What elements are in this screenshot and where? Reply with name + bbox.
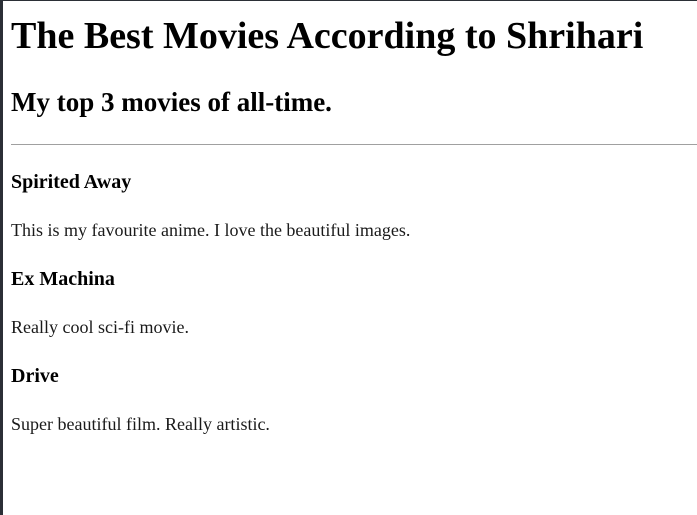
movie-title-drive: Drive	[11, 365, 59, 387]
horizontal-rule	[11, 144, 697, 145]
window-left-edge	[0, 0, 3, 515]
window-top-edge	[0, 0, 697, 1]
page-subtitle: My top 3 movies of all-time.	[11, 87, 332, 117]
movie-title-spirited-away: Spirited Away	[11, 171, 132, 193]
page-title: The Best Movies According to Shrihari	[11, 15, 644, 57]
movie-description-spirited-away: This is my favourite anime. I love the b…	[11, 220, 411, 240]
movie-description-ex-machina: Really cool sci-fi movie.	[11, 317, 189, 337]
movie-title-ex-machina: Ex Machina	[11, 268, 115, 290]
movie-description-drive: Super beautiful film. Really artistic.	[11, 414, 270, 434]
